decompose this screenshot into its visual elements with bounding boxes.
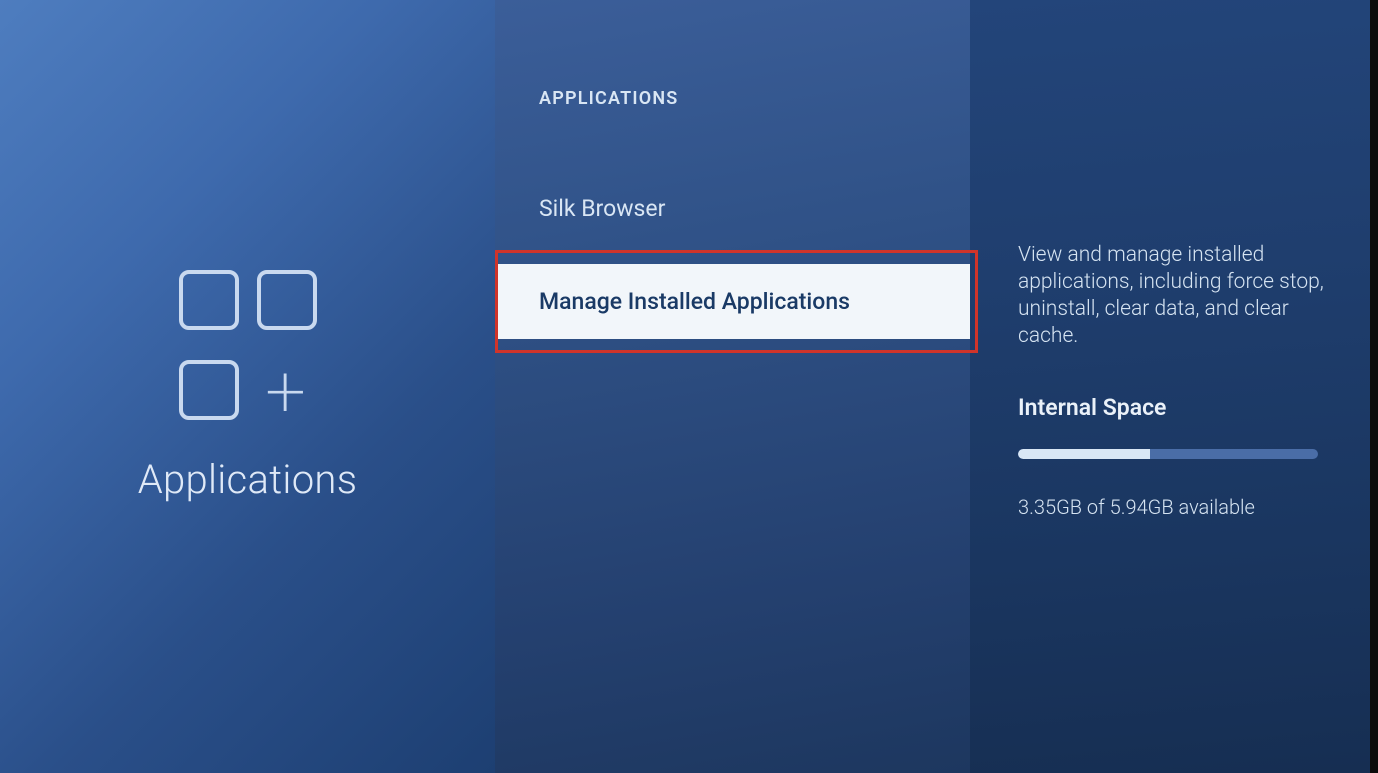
storage-progress-bar: [1018, 449, 1318, 459]
menu-item-label: Manage Installed Applications: [539, 288, 850, 315]
storage-heading: Internal Space: [1018, 394, 1334, 421]
selected-menu-wrap: Manage Installed Applications: [495, 264, 970, 339]
category-title: Applications: [138, 456, 358, 503]
settings-list-panel: APPLICATIONS Silk Browser Manage Install…: [495, 0, 970, 773]
applications-icon: +: [173, 270, 323, 420]
menu-item-silk-browser[interactable]: Silk Browser: [495, 171, 970, 246]
storage-available-text: 3.35GB of 5.94GB available: [1018, 495, 1334, 519]
screen-edge-bezel: [1370, 0, 1378, 773]
detail-panel: View and manage installed applications, …: [970, 0, 1370, 773]
detail-description: View and manage installed applications, …: [1018, 242, 1334, 350]
category-panel: + Applications: [0, 0, 495, 773]
menu-item-label: Silk Browser: [539, 195, 665, 222]
section-header: APPLICATIONS: [495, 88, 970, 109]
storage-progress-fill: [1018, 449, 1150, 459]
menu-item-manage-installed-applications[interactable]: Manage Installed Applications: [495, 264, 970, 339]
